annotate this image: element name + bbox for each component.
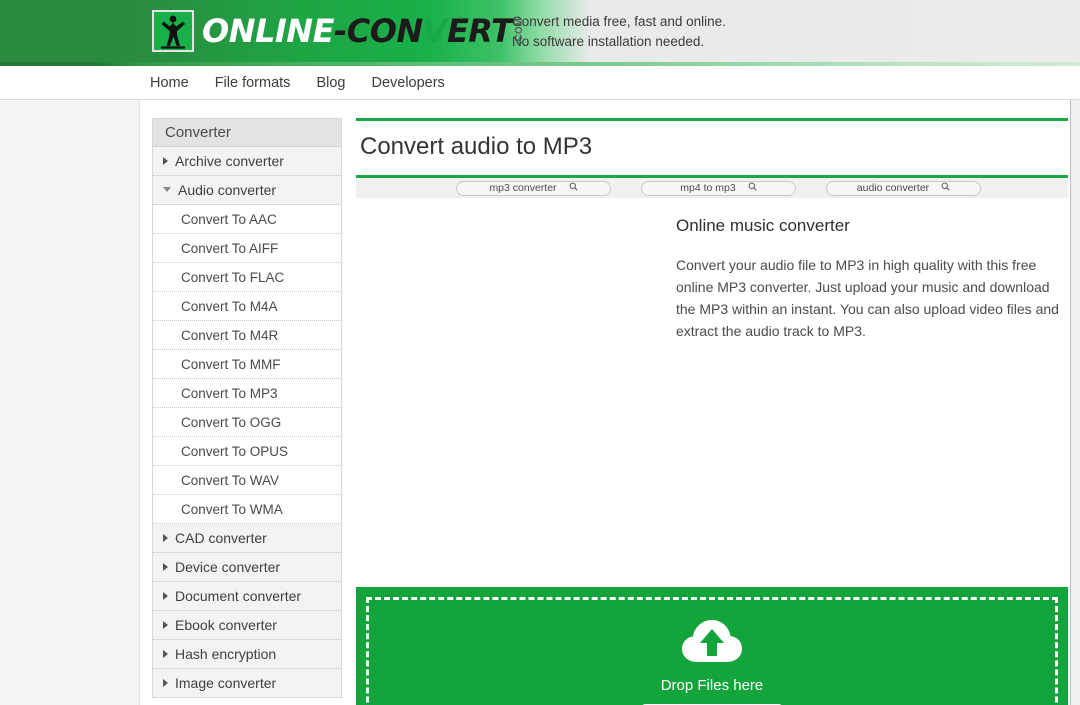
chevron-right-icon bbox=[163, 563, 168, 571]
sidebar-item-convert-to-m4a[interactable]: Convert To M4A bbox=[153, 292, 341, 321]
sidebar-item-convert-to-m4r[interactable]: Convert To M4R bbox=[153, 321, 341, 350]
search-pill-label: mp3 converter bbox=[489, 182, 557, 194]
sidebar-group-label: Document converter bbox=[175, 587, 302, 604]
sidebar-group-label: Audio converter bbox=[178, 181, 277, 198]
search-pill-audio-converter[interactable]: audio converter bbox=[826, 180, 981, 196]
page-scrollbar[interactable] bbox=[1070, 100, 1080, 705]
chevron-right-icon bbox=[163, 592, 168, 600]
left-gutter bbox=[0, 100, 140, 705]
page-root: ONLINE - CON V ERT .COM Convert media free, … bbox=[0, 0, 1080, 705]
sidebar-item-convert-to-opus[interactable]: Convert To OPUS bbox=[153, 437, 341, 466]
content-description: Online music converter Convert your audi… bbox=[676, 198, 1068, 488]
chevron-right-icon bbox=[163, 157, 168, 165]
search-pill-label: audio converter bbox=[856, 182, 930, 194]
sidebar-item-convert-to-aiff[interactable]: Convert To AIFF bbox=[153, 234, 341, 263]
sidebar-group-archive-converter[interactable]: Archive converter bbox=[153, 147, 341, 176]
nav-item-developers[interactable]: Developers bbox=[371, 75, 444, 91]
sidebar-group-audio-converter[interactable]: Audio converter bbox=[153, 176, 341, 205]
search-pill-mp4-to-mp3[interactable]: mp4 to mp3 bbox=[641, 180, 796, 196]
chevron-right-icon bbox=[163, 534, 168, 542]
sidebar-group-label: Image converter bbox=[175, 674, 277, 691]
sidebar-group-cad-converter[interactable]: CAD converter bbox=[153, 524, 341, 553]
sidebar-title: Converter bbox=[153, 119, 341, 147]
logo-text-v: V bbox=[422, 12, 448, 50]
sidebar-item-convert-to-mmf[interactable]: Convert To MMF bbox=[153, 350, 341, 379]
search-pill-mp3-converter[interactable]: mp3 converter bbox=[456, 180, 611, 196]
sidebar-item-convert-to-wma[interactable]: Convert To WMA bbox=[153, 495, 341, 524]
sidebar-group-ebook-converter[interactable]: Ebook converter bbox=[153, 611, 341, 640]
converter-sidebar: Converter Archive converter Audio conver… bbox=[152, 118, 342, 698]
sidebar-group-label: CAD converter bbox=[175, 529, 267, 546]
site-tagline: Convert media free, fast and online. No … bbox=[512, 12, 726, 52]
chevron-right-icon bbox=[163, 679, 168, 687]
nav-item-blog[interactable]: Blog bbox=[316, 75, 345, 91]
content-row: Online music converter Convert your audi… bbox=[356, 198, 1068, 488]
sidebar-group-label: Device converter bbox=[175, 558, 281, 575]
tagline-line-2: No software installation needed. bbox=[512, 34, 705, 49]
sidebar-group-hash-encryption[interactable]: Hash encryption bbox=[153, 640, 341, 669]
site-logo[interactable]: ONLINE - CON V ERT .COM bbox=[152, 8, 525, 54]
section-body: Convert your audio file to MP3 in high q… bbox=[676, 257, 1059, 339]
main-navigation: Home File formats Blog Developers bbox=[0, 66, 1080, 100]
logo-text-online: ONLINE bbox=[202, 12, 334, 50]
sidebar-group-label: Ebook converter bbox=[175, 616, 277, 633]
logo-text-con: CON bbox=[346, 12, 423, 50]
chevron-down-icon bbox=[163, 186, 171, 192]
sidebar-item-convert-to-wav[interactable]: Convert To WAV bbox=[153, 466, 341, 495]
sidebar-item-convert-to-mp3[interactable]: Convert To MP3 bbox=[153, 379, 341, 408]
logo-text-dash: - bbox=[333, 12, 347, 50]
search-pill-label: mp4 to mp3 bbox=[680, 182, 736, 194]
sidebar-group-device-converter[interactable]: Device converter bbox=[153, 553, 341, 582]
sidebar-group-label: Archive converter bbox=[175, 152, 284, 169]
person-figure-icon bbox=[152, 10, 194, 52]
search-icon bbox=[941, 182, 950, 194]
file-dropzone[interactable]: Drop Files here Choose Files bbox=[356, 587, 1068, 705]
chevron-right-icon bbox=[163, 621, 168, 629]
sidebar-item-convert-to-aac[interactable]: Convert To AAC bbox=[153, 205, 341, 234]
dropzone-label: Drop Files here bbox=[660, 677, 764, 694]
sidebar-item-convert-to-flac[interactable]: Convert To FLAC bbox=[153, 263, 341, 292]
search-icon bbox=[569, 182, 578, 194]
section-heading: Online music converter bbox=[676, 216, 850, 235]
chevron-right-icon bbox=[163, 650, 168, 658]
nav-item-home[interactable]: Home bbox=[150, 75, 189, 91]
search-icon bbox=[748, 182, 757, 194]
logo-text-ert: ERT bbox=[446, 12, 513, 50]
cloud-upload-icon bbox=[681, 618, 743, 669]
page-title: Convert audio to MP3 bbox=[360, 133, 593, 160]
tagline-line-1: Convert media free, fast and online. bbox=[512, 14, 726, 29]
content-left-empty bbox=[356, 198, 676, 488]
site-header: ONLINE - CON V ERT .COM Convert media free, … bbox=[0, 0, 1080, 62]
sidebar-group-label: Hash encryption bbox=[175, 645, 277, 662]
related-search-bar: mp3 converter mp4 to mp3 audio converter bbox=[356, 178, 1068, 198]
nav-item-file-formats[interactable]: File formats bbox=[215, 75, 291, 91]
sidebar-item-convert-to-ogg[interactable]: Convert To OGG bbox=[153, 408, 341, 437]
body-area: Converter Archive converter Audio conver… bbox=[0, 100, 1080, 705]
sidebar-group-image-converter[interactable]: Image converter bbox=[153, 669, 341, 698]
main-content: Convert audio to MP3 mp3 converter mp4 t… bbox=[356, 118, 1068, 488]
sidebar-group-document-converter[interactable]: Document converter bbox=[153, 582, 341, 611]
